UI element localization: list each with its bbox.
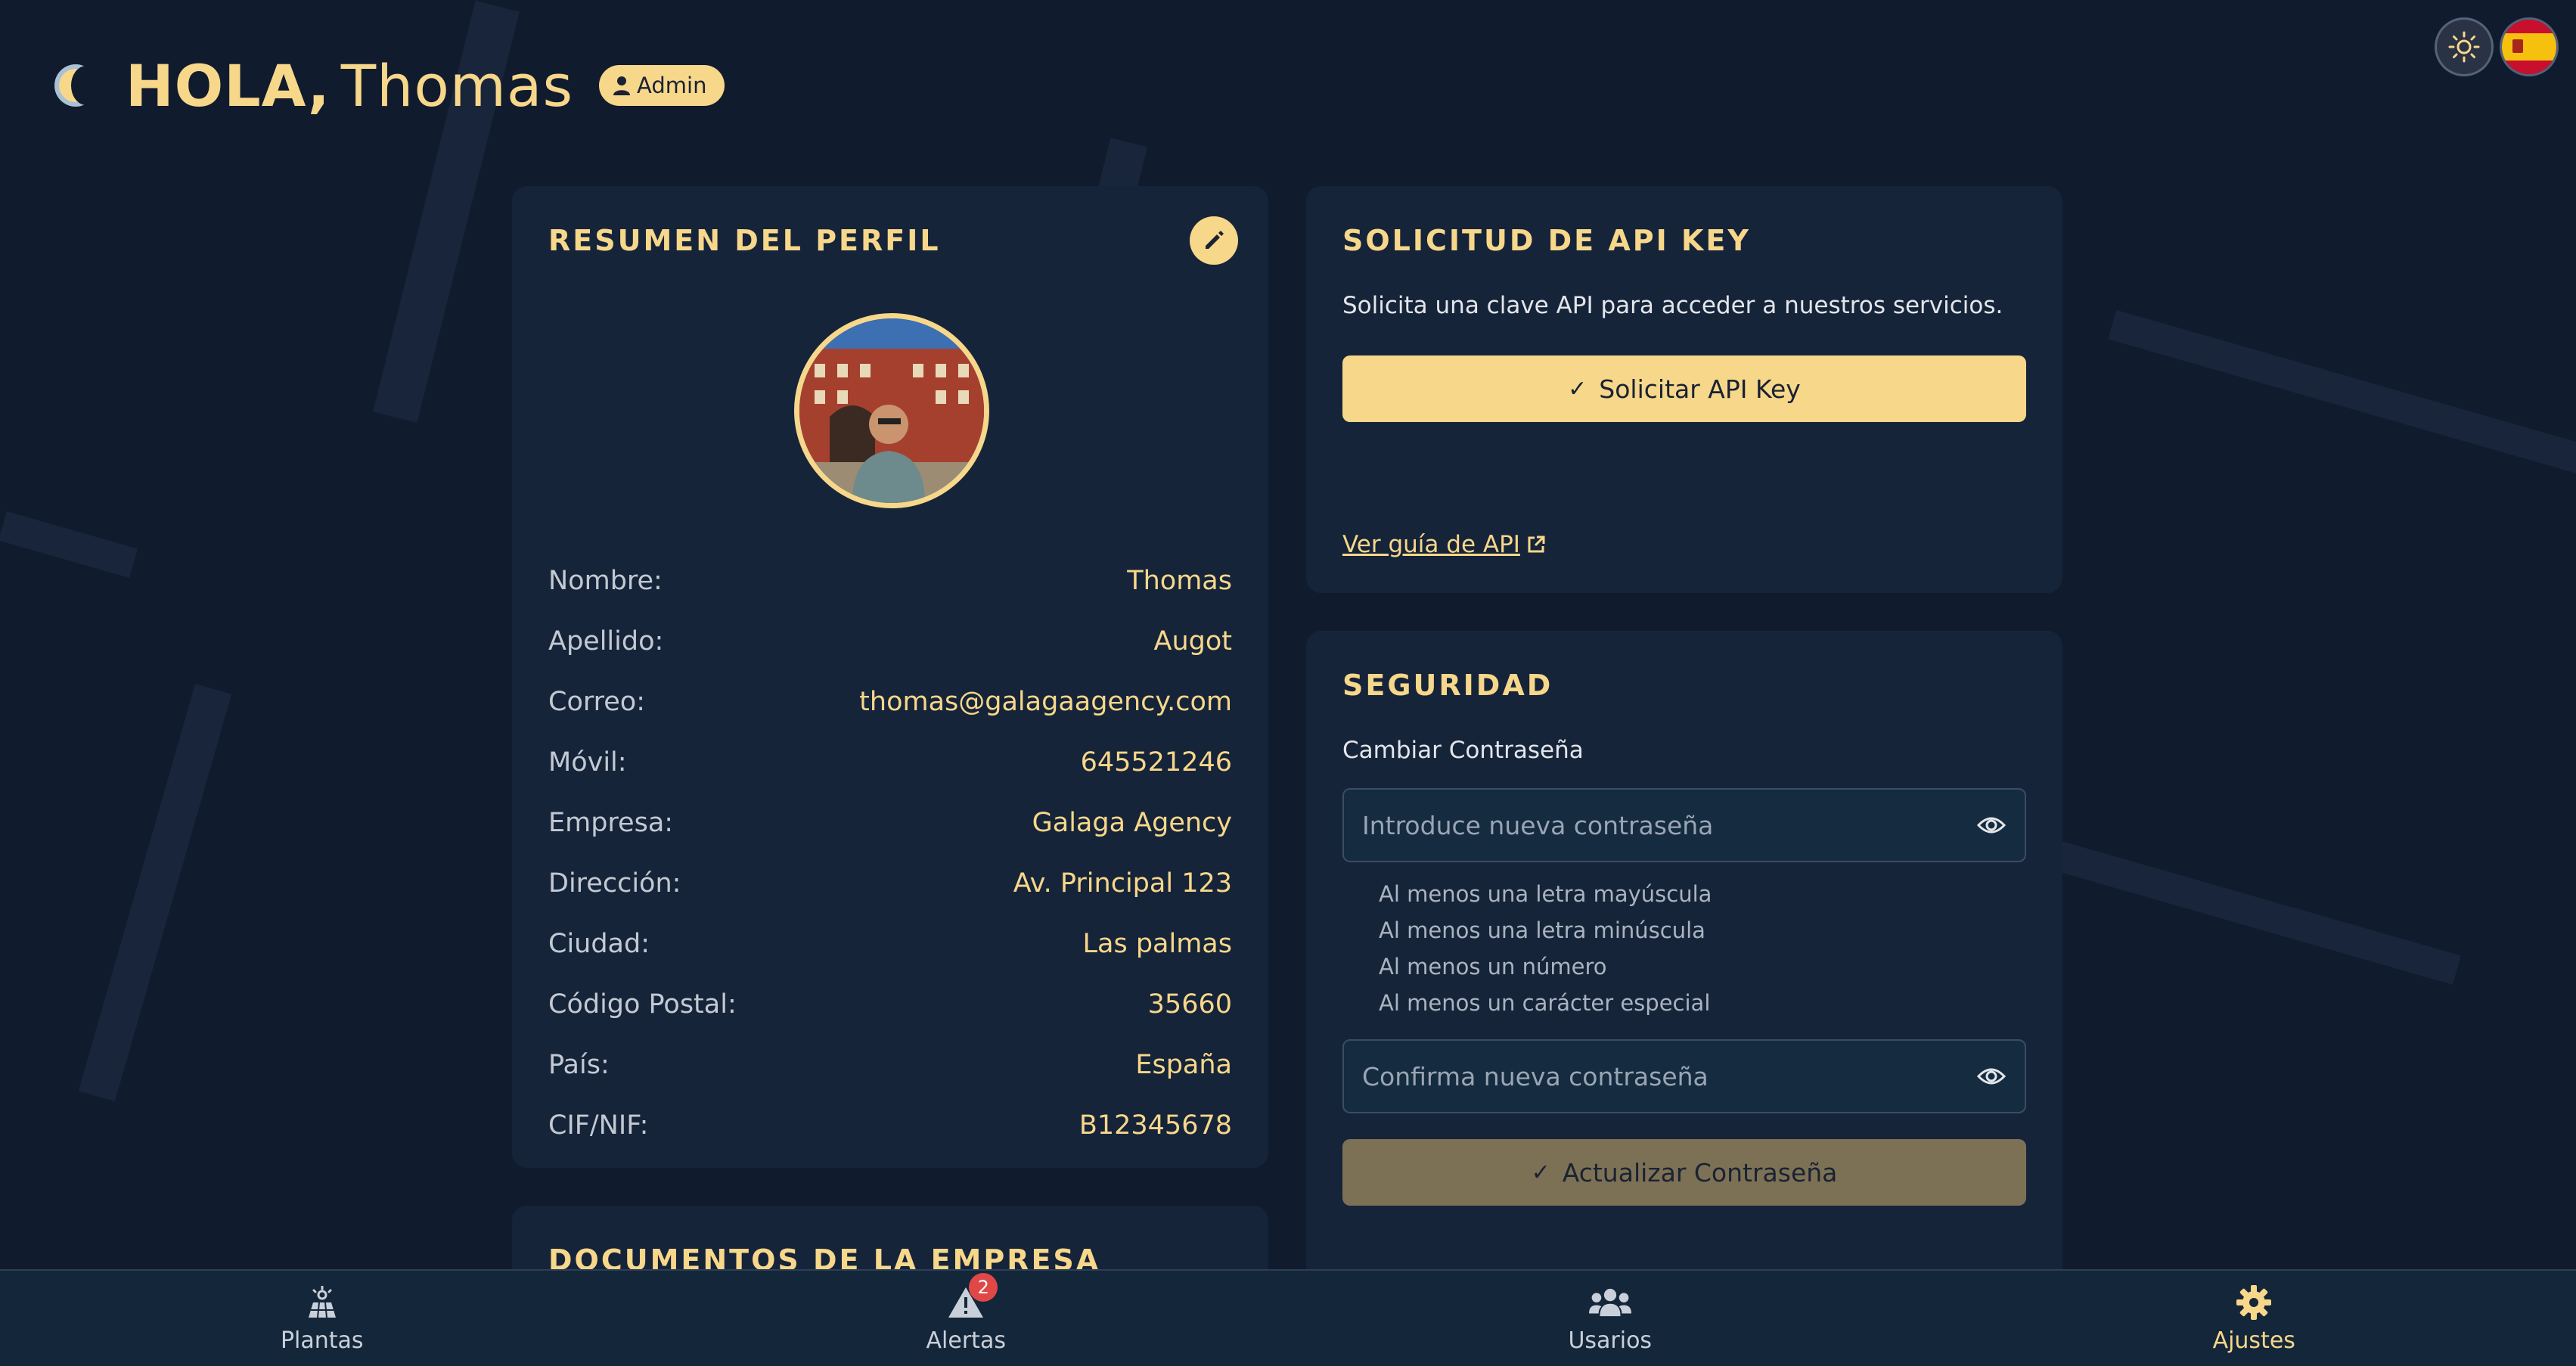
api-guide-link[interactable]: Ver guía de API: [1342, 531, 1546, 558]
password-rule: Al menos una letra minúscula: [1379, 917, 1705, 943]
spain-flag-icon: [2512, 39, 2523, 53]
profile-row-nombre: Nombre: Thomas: [548, 564, 1232, 598]
profile-row-ciudad: Ciudad: Las palmas: [548, 927, 1232, 961]
nav-label: Plantas: [280, 1327, 364, 1354]
nav-item-plantas[interactable]: Plantas: [0, 1271, 644, 1366]
role-badge: Admin: [599, 65, 725, 106]
alert-count-badge: 2: [969, 1272, 998, 1302]
password-rule: Al menos un carácter especial: [1379, 990, 1711, 1016]
toggle-confirm-visibility-button[interactable]: [1976, 1061, 2006, 1091]
alert-icon: 2: [945, 1272, 998, 1321]
profile-row-cif-nif: CIF/NIF: B12345678: [548, 1109, 1232, 1142]
nav-label: Usarios: [1568, 1327, 1653, 1354]
confirm-password-input[interactable]: [1362, 1061, 1976, 1091]
sun-icon: [2448, 31, 2480, 63]
greeting-heading: HOLA, Thomas: [126, 52, 573, 120]
check-icon: ✓: [1568, 375, 1587, 402]
solar-plant-icon: [301, 1284, 343, 1321]
profile-summary-card: RESUMEN DEL PERFIL Nombre: Thomas Apellid…: [512, 186, 1268, 1168]
users-icon: [1588, 1284, 1631, 1321]
api-key-request-card: SOLICITUD DE API KEY Solicita una clave …: [1306, 186, 2062, 593]
field-label: País:: [548, 1050, 610, 1080]
check-icon: ✓: [1531, 1159, 1550, 1186]
profile-row-codigo-postal: Código Postal: 35660: [548, 988, 1232, 1021]
field-value: Las palmas: [1082, 929, 1232, 959]
field-label: Código Postal:: [548, 989, 737, 1020]
security-card: SEGURIDAD Cambiar Contraseña Al menos un…: [1306, 631, 2062, 1357]
field-value: Augot: [1153, 626, 1232, 657]
field-label: Apellido:: [548, 626, 664, 657]
background-decoration: [0, 0, 2576, 1366]
app-logo: [51, 61, 101, 110]
eye-icon: [1977, 1068, 2006, 1085]
password-rule: Al menos un número: [1379, 954, 1607, 979]
profile-row-empresa: Empresa: Galaga Agency: [548, 806, 1232, 840]
field-label: Móvil:: [548, 747, 627, 778]
nav-label: Ajustes: [2212, 1327, 2295, 1354]
profile-avatar[interactable]: [794, 313, 989, 508]
profile-row-apellido: Apellido: Augot: [548, 625, 1232, 658]
field-value: thomas@galagaagency.com: [859, 687, 1232, 717]
profile-row-direccion: Dirección: Av. Principal 123: [548, 867, 1232, 900]
nav-item-usarios[interactable]: Usarios: [1288, 1271, 1932, 1366]
request-api-key-button[interactable]: ✓ Solicitar API Key: [1342, 355, 2026, 422]
new-password-field: [1342, 788, 2026, 862]
field-label: Ciudad:: [548, 929, 650, 959]
toggle-password-visibility-button[interactable]: [1976, 810, 2006, 840]
bottom-navigation: Plantas 2 Alertas Usarios Ajustes: [0, 1269, 2576, 1366]
password-rule: Al menos una letra mayúscula: [1379, 881, 1712, 907]
api-guide-link-text: Ver guía de API: [1342, 531, 1520, 558]
theme-toggle-button[interactable]: [2437, 20, 2491, 74]
change-password-heading: Cambiar Contraseña: [1342, 737, 1584, 764]
eye-icon: [1977, 817, 2006, 834]
user-name: Thomas: [340, 51, 574, 120]
request-api-key-label: Solicitar API Key: [1599, 374, 1801, 404]
new-password-input[interactable]: [1362, 810, 1976, 840]
field-value: España: [1135, 1050, 1232, 1080]
password-rules-list: Al menos una letra mayúscula Al menos un…: [1379, 876, 1712, 1021]
field-value: Av. Principal 123: [1013, 868, 1232, 899]
field-label: Correo:: [548, 687, 645, 717]
profile-row-correo: Correo: thomas@galagaagency.com: [548, 685, 1232, 719]
greeting-text: HOLA,: [126, 51, 331, 120]
profile-card-title: RESUMEN DEL PERFIL: [548, 224, 941, 257]
profile-row-movil: Móvil: 645521246: [548, 746, 1232, 779]
user-icon: [613, 76, 631, 95]
language-selector-button[interactable]: [2502, 20, 2556, 74]
field-label: Dirección:: [548, 868, 681, 899]
top-right-controls: [2437, 20, 2556, 74]
update-password-button[interactable]: ✓ Actualizar Contraseña: [1342, 1139, 2026, 1206]
role-badge-label: Admin: [637, 73, 707, 98]
field-value: 645521246: [1080, 747, 1232, 778]
avatar-photo: [799, 318, 984, 503]
field-label: Empresa:: [548, 808, 674, 838]
field-value: B12345678: [1079, 1110, 1232, 1141]
api-card-title: SOLICITUD DE API KEY: [1342, 224, 1751, 257]
field-value: 35660: [1147, 989, 1232, 1020]
nav-item-alertas[interactable]: 2 Alertas: [644, 1271, 1289, 1366]
field-label: Nombre:: [548, 566, 663, 596]
update-password-label: Actualizar Contraseña: [1562, 1157, 1838, 1187]
field-value: Thomas: [1127, 566, 1232, 596]
security-card-title: SEGURIDAD: [1342, 669, 1553, 702]
page-header: HOLA, Thomas Admin: [51, 52, 725, 120]
nav-label: Alertas: [926, 1327, 1006, 1354]
nav-item-ajustes[interactable]: Ajustes: [1932, 1271, 2576, 1366]
field-label: CIF/NIF:: [548, 1110, 649, 1141]
pencil-icon: [1206, 231, 1224, 249]
confirm-password-field: [1342, 1039, 2026, 1113]
field-value: Galaga Agency: [1032, 808, 1232, 838]
external-link-icon: [1528, 536, 1545, 553]
profile-row-pais: País: España: [548, 1048, 1232, 1082]
gear-icon: [2233, 1284, 2275, 1321]
edit-profile-button[interactable]: [1190, 216, 1238, 265]
api-description: Solicita una clave API para acceder a nu…: [1342, 292, 2003, 319]
